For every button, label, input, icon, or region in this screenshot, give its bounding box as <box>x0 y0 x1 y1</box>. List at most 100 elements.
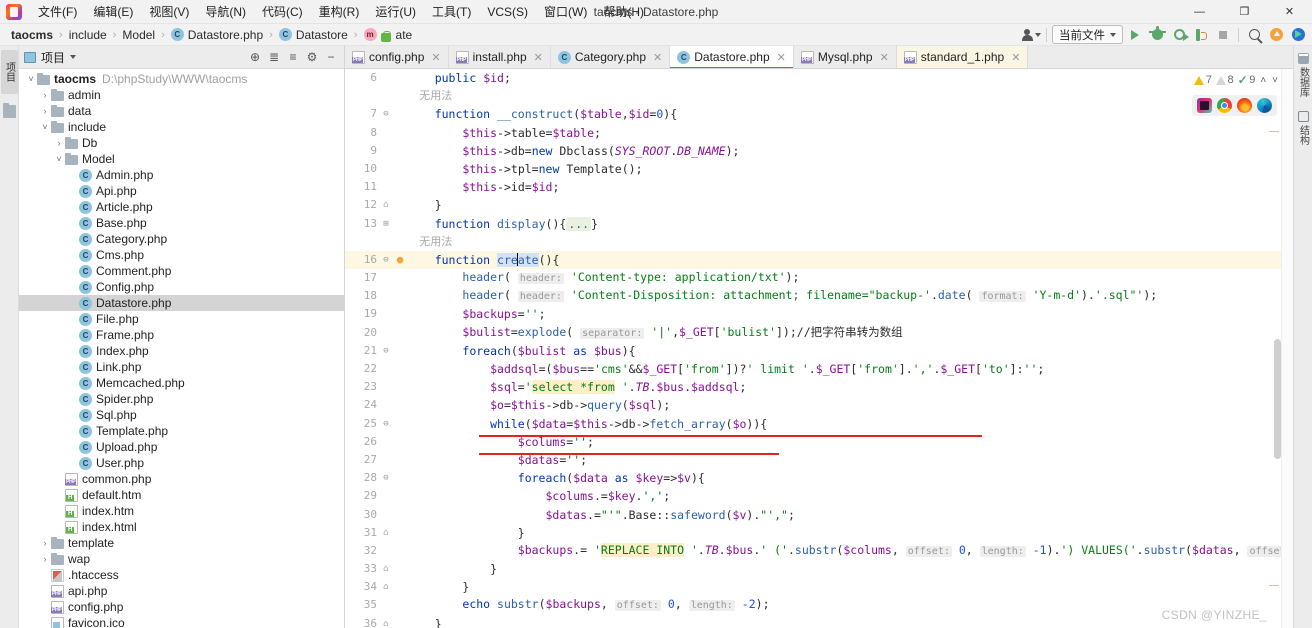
profile-button[interactable] <box>1191 26 1211 44</box>
menu-navigate[interactable]: 导航(N) <box>197 2 254 22</box>
breadcrumb-item-model[interactable]: Model <box>117 27 160 43</box>
sidebar-item-database[interactable]: 数据库 <box>1295 50 1312 100</box>
code-line-22[interactable]: 22 $addsql=($bus=='cms'&&$_GET['from'])?… <box>345 360 1293 378</box>
chevron-down-icon[interactable] <box>70 55 77 59</box>
intention-bulb-icon[interactable]: ● <box>393 251 407 269</box>
tree-row-file-php[interactable]: C File.php <box>19 311 344 327</box>
editor-tab-datastore-php[interactable]: C Datastore.php ✕ <box>670 46 794 68</box>
breadcrumb-item-taocms[interactable]: taocms <box>6 27 58 43</box>
fold-toggle-icon[interactable]: ⌂ <box>379 578 393 596</box>
code-line-17[interactable]: 17 header( header: 'Content-type: applic… <box>345 269 1293 287</box>
tree-row-model[interactable]: ˅ Model <box>19 151 344 167</box>
code-line-24[interactable]: 24 $o=$this->db->query($sql); <box>345 396 1293 414</box>
chevron-down-icon[interactable]: ˅ <box>53 154 65 164</box>
code-line-16[interactable]: 16 ⊖ ● function create(){ <box>345 250 1293 270</box>
tree-row-config-php[interactable]: C Config.php <box>19 279 344 295</box>
breadcrumb-item-ate[interactable]: m ate <box>359 27 418 43</box>
tree-row-admin-php[interactable]: C Admin.php <box>19 167 344 183</box>
tree-row-api-php[interactable]: C Api.php <box>19 183 344 199</box>
tree-row-common-php[interactable]: common.php <box>19 471 344 487</box>
menu-file[interactable]: 文件(F) <box>30 2 85 22</box>
run-coverage-button[interactable] <box>1169 26 1189 44</box>
code-line-6[interactable]: 6 public $id; <box>345 69 1293 87</box>
browser-photoshop-icon[interactable] <box>1197 98 1212 113</box>
tree-row-template[interactable]: › template <box>19 535 344 551</box>
tree-row-frame-php[interactable]: C Frame.php <box>19 327 344 343</box>
close-button[interactable]: ✕ <box>1267 0 1312 24</box>
fold-toggle-icon[interactable]: ⊖ <box>379 251 393 269</box>
tree-row-base-php[interactable]: C Base.php <box>19 215 344 231</box>
hide-panel-button[interactable]: − <box>323 49 339 65</box>
inspection-gutter[interactable] <box>1281 69 1293 628</box>
minimize-button[interactable]: — <box>1177 0 1222 24</box>
menu-run[interactable]: 运行(U) <box>367 2 424 22</box>
code-line-25[interactable]: 25 ⊖ while($data=$this->db->fetch_array($… <box>345 415 1293 433</box>
tree-row-config-php[interactable]: config.php <box>19 599 344 615</box>
menu-window[interactable]: 窗口(W) <box>536 2 595 22</box>
chevron-down-icon[interactable]: ˅ <box>25 74 37 84</box>
tree-row-upload-php[interactable]: C Upload.php <box>19 439 344 455</box>
code-line-28[interactable]: 28 ⊖ foreach($data as $key=>$v){ <box>345 469 1293 487</box>
fold-toggle-icon[interactable]: ⌂ <box>379 524 393 542</box>
menu-edit[interactable]: 编辑(E) <box>85 2 141 22</box>
tree-row-article-php[interactable]: C Article.php <box>19 199 344 215</box>
close-icon[interactable]: ✕ <box>880 51 889 64</box>
tree-row-comment-php[interactable]: C Comment.php <box>19 263 344 279</box>
code-line-11[interactable]: 11 $this->id=$id; <box>345 178 1293 196</box>
editor-tab-standard-1-php[interactable]: standard_1.php ✕ <box>896 46 1029 68</box>
code-line-29[interactable]: 29 $colums.=$key.','; <box>345 487 1293 505</box>
fold-toggle-icon[interactable]: ⌂ <box>379 615 393 628</box>
browser-chrome-icon[interactable] <box>1217 98 1232 113</box>
expand-all-button[interactable]: ≣ <box>266 49 282 65</box>
tree-row-taocms[interactable]: ˅ taocms D:\phpStudy\WWW\taocms <box>19 71 344 87</box>
editor-tab-category-php[interactable]: C Category.php ✕ <box>550 46 671 68</box>
sidebar-item-favorites[interactable] <box>1 100 18 120</box>
collapse-all-button[interactable]: ≡ <box>285 49 301 65</box>
code-line-13[interactable]: 13 ⊞ function display(){...} <box>345 215 1293 233</box>
chevron-down-icon[interactable]: ˅ <box>1271 75 1279 86</box>
code-line-8[interactable]: 8 $this->table=$table; <box>345 124 1293 142</box>
code-line-12[interactable]: 12 ⌂ } <box>345 196 1293 214</box>
code-line-10[interactable]: 10 $this->tpl=new Template(); <box>345 160 1293 178</box>
chevron-up-icon[interactable]: ˄ <box>1259 75 1267 86</box>
code-line-9[interactable]: 9 $this->db=new Dbclass(SYS_ROOT.DB_NAME… <box>345 142 1293 160</box>
search-everywhere-button[interactable] <box>1244 26 1264 44</box>
tree-row-db[interactable]: › Db <box>19 135 344 151</box>
user-account-button[interactable] <box>1021 26 1041 44</box>
code-scroll-region[interactable]: 6 public $id; 无用法 7 ⊖ function __construct… <box>345 69 1293 628</box>
chevron-right-icon[interactable]: › <box>39 106 51 116</box>
close-icon[interactable]: ✕ <box>653 51 662 64</box>
fold-toggle-icon[interactable]: ⌂ <box>379 560 393 578</box>
settings-gear-button[interactable]: ⚙ <box>304 49 320 65</box>
breadcrumb-item-datastore[interactable]: C Datastore <box>274 27 353 43</box>
code-line-23[interactable]: 23 $sql='select *from '.TB.$bus.$addsql; <box>345 378 1293 396</box>
tree-row-index-php[interactable]: C Index.php <box>19 343 344 359</box>
chevron-down-icon[interactable]: ˅ <box>39 122 51 132</box>
code-line-20[interactable]: 20 $bulist=explode( separator: '|',$_GET… <box>345 324 1293 342</box>
tree-row-datastore-php[interactable]: C Datastore.php <box>19 295 344 311</box>
menu-vcs[interactable]: VCS(S) <box>479 2 536 22</box>
editor-tab-config-php[interactable]: config.php ✕ <box>345 46 449 68</box>
tree-row-admin[interactable]: › admin <box>19 87 344 103</box>
fold-toggle-icon[interactable]: ⊖ <box>379 469 393 487</box>
tree-row--htaccess[interactable]: .htaccess <box>19 567 344 583</box>
chevron-right-icon[interactable]: › <box>53 138 65 148</box>
project-file-tree[interactable]: ˅ taocms D:\phpStudy\WWW\taocms › admin › data… <box>19 69 344 628</box>
code-line-note[interactable]: 无用法 <box>345 233 1293 251</box>
run-configuration-selector[interactable]: 当前文件 <box>1052 25 1123 44</box>
code-line-note[interactable]: 无用法 <box>345 87 1293 105</box>
tree-row-include[interactable]: ˅ include <box>19 119 344 135</box>
code-line-31[interactable]: 31 ⌂ } <box>345 524 1293 542</box>
tree-row-api-php[interactable]: api.php <box>19 583 344 599</box>
inspection-summary[interactable]: 7 8 ✓ 9 ˄ ˅ <box>1194 73 1279 87</box>
tree-row-index-htm[interactable]: index.htm <box>19 503 344 519</box>
editor-tab-install-php[interactable]: install.php ✕ <box>448 46 551 68</box>
update-button[interactable] <box>1266 26 1286 44</box>
tree-row-data[interactable]: › data <box>19 103 344 119</box>
inspection-warnings[interactable]: 8 <box>1216 74 1234 86</box>
tree-row-spider-php[interactable]: C Spider.php <box>19 391 344 407</box>
fold-toggle-icon[interactable]: ⊖ <box>379 342 393 360</box>
browser-edge-icon[interactable] <box>1257 98 1272 113</box>
breadcrumb-item-datastore-php[interactable]: C Datastore.php <box>166 27 268 43</box>
code-line-33[interactable]: 33 ⌂ } <box>345 560 1293 578</box>
